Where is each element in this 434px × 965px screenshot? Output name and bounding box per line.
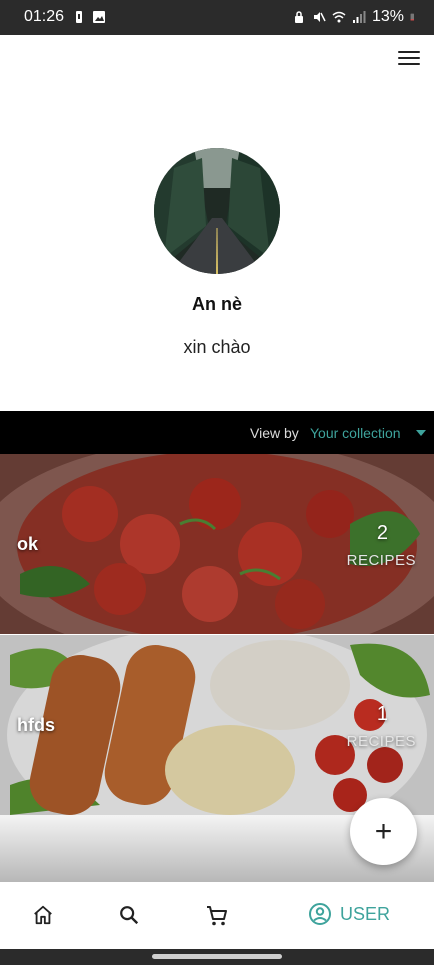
status-bar: 01:26 13%: [0, 0, 434, 35]
mute-icon: [313, 12, 326, 22]
avatar[interactable]: [154, 148, 280, 274]
view-by-bar: View by Your collection: [0, 411, 434, 454]
search-icon: [120, 906, 139, 925]
collection-card[interactable]: ok 2 RECIPES: [0, 454, 434, 634]
wifi-icon: [332, 11, 346, 23]
gesture-bar: [0, 949, 434, 965]
collection-title: ok: [17, 534, 39, 554]
nav-search[interactable]: [118, 904, 140, 931]
view-by-dropdown[interactable]: Your collection: [310, 425, 401, 441]
status-time: 01:26: [24, 8, 65, 25]
bottom-navigation: USER: [0, 882, 434, 949]
app-bar: [0, 35, 434, 91]
battery-percent: 13%: [371, 8, 404, 25]
add-collection-button[interactable]: +: [350, 798, 417, 865]
image-icon: [93, 11, 105, 23]
menu-icon[interactable]: [398, 51, 420, 69]
collection-count: 1: [376, 703, 388, 725]
nav-home[interactable]: [32, 904, 54, 931]
tomato-salad-image: [0, 454, 434, 634]
avatar-forest-road-image: [154, 148, 280, 274]
collection-count-label: RECIPES: [346, 552, 416, 569]
nav-user-label: USER: [340, 903, 391, 924]
profile-bio: xin chào: [183, 337, 251, 357]
system-icons: 13%: [292, 8, 418, 26]
profile-name: An nè: [191, 294, 242, 314]
collection-title: hfds: [17, 715, 55, 735]
battery-alert-icon: [76, 11, 82, 23]
cart-icon: [207, 906, 227, 926]
view-by-label: View by: [250, 425, 299, 441]
collection-card[interactable]: hfds 1 RECIPES: [0, 635, 434, 815]
home-icon: [34, 905, 52, 925]
lock-icon: [294, 11, 303, 23]
user-circle-icon: [309, 903, 331, 925]
collection-count: 2: [376, 522, 388, 544]
battery-icon: [410, 13, 414, 21]
dropdown-caret-icon[interactable]: [416, 430, 426, 436]
notification-icons: [72, 10, 106, 24]
nav-user[interactable]: USER: [308, 902, 390, 926]
sausage-plate-image: [0, 635, 434, 815]
collection-count-label: RECIPES: [346, 733, 416, 750]
signal-icon: [352, 11, 366, 23]
home-indicator[interactable]: [152, 954, 282, 959]
nav-cart[interactable]: [205, 904, 229, 933]
plus-icon: +: [374, 814, 393, 848]
